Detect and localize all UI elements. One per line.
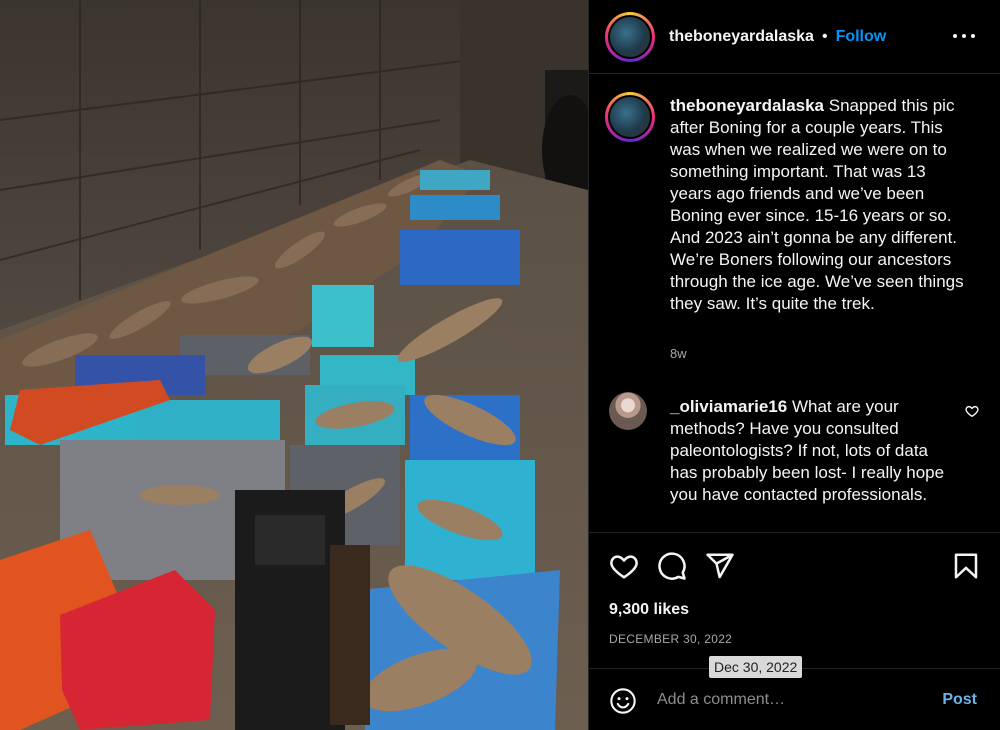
comment-body: _oliviamarie16 What are your methods? Ha…	[670, 396, 955, 506]
comment-input[interactable]	[657, 685, 917, 715]
emoji-icon[interactable]	[609, 687, 637, 715]
date-tooltip: Dec 30, 2022	[709, 656, 803, 678]
post-button[interactable]: Post	[942, 691, 977, 709]
post-detail-panel: theboneyardalaska • Follow theboneyardal…	[588, 0, 1000, 730]
post-header: theboneyardalaska • Follow	[589, 0, 1000, 74]
follow-button[interactable]: Follow	[836, 28, 887, 46]
caption: theboneyardalaska Snapped this pic after…	[670, 95, 970, 315]
caption-username[interactable]: theboneyardalaska	[670, 96, 824, 115]
comment-icon[interactable]	[657, 551, 687, 581]
post-photo[interactable]	[0, 0, 588, 730]
share-icon[interactable]	[705, 551, 735, 581]
comments-section: theboneyardalaska Snapped this pic after…	[589, 74, 1000, 532]
like-comment-icon[interactable]	[965, 404, 979, 418]
caption-author-avatar[interactable]	[605, 92, 655, 142]
commenter-username[interactable]: _oliviamarie16	[670, 397, 787, 416]
commenter-avatar[interactable]	[609, 392, 647, 430]
likes-count[interactable]: 9,300 likes	[609, 601, 689, 619]
warehouse-bones-image	[0, 0, 588, 730]
caption-avatar-image	[610, 97, 650, 137]
author-avatar-image	[610, 16, 650, 57]
post-date[interactable]: DECEMBER 30, 2022	[609, 632, 732, 646]
caption-age[interactable]: 8w	[670, 346, 687, 361]
more-icon[interactable]	[953, 26, 975, 46]
post-actions: 9,300 likes DECEMBER 30, 2022	[589, 532, 1000, 664]
author-avatar[interactable]	[605, 11, 655, 62]
separator-dot: •	[821, 27, 828, 45]
author-username[interactable]: theboneyardalaska	[669, 28, 814, 46]
caption-text: Snapped this pic after Boning for a coup…	[670, 96, 964, 313]
bookmark-icon[interactable]	[951, 551, 981, 581]
heart-icon[interactable]	[609, 551, 639, 581]
